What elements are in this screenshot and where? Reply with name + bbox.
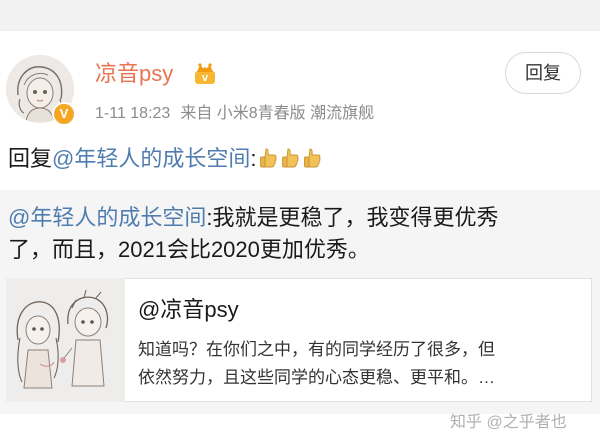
thumbs-up-emoji <box>303 146 322 168</box>
card-desc-line-2: 依然努力，且这些同学的心态更稳、更平和。… <box>138 368 495 387</box>
crown-vip-icon: V <box>193 62 217 86</box>
reply-button[interactable]: 回复 <box>505 52 581 94</box>
post-meta: 1-11 18:23 来自 小米8青春版 潮流旗舰 <box>95 102 374 126</box>
top-strip <box>0 0 600 30</box>
quoted-post-text: @年轻人的成长空间:我就是更稳了，我变得更优秀 了，而且，2021会比2020更… <box>8 202 598 266</box>
thumbs-up-emoji <box>281 146 300 168</box>
username[interactable]: 凉音psy <box>95 60 173 88</box>
verified-v-icon: V <box>52 102 76 126</box>
card-thumbnail <box>6 278 125 402</box>
card-desc-line-1: 知道吗？在你们之中，有的同学经历了很多，但 <box>138 340 495 359</box>
quoted-line-1: :我就是更稳了，我变得更优秀 <box>206 205 499 230</box>
card-description: 知道吗？在你们之中，有的同学经历了很多，但 依然努力，且这些同学的心态更稳、更平… <box>138 336 584 392</box>
reply-prefix: 回复 <box>8 146 53 171</box>
reply-text: 回复@年轻人的成长空间: <box>8 143 322 175</box>
divider <box>0 30 600 31</box>
sketch-drawing-image <box>6 278 125 402</box>
watermark: 知乎 @之乎者也 <box>450 414 567 431</box>
mention-link[interactable]: @年轻人的成长空间 <box>52 146 250 171</box>
thumbs-up-emoji <box>259 146 278 168</box>
card-title[interactable]: @凉音psy <box>138 296 239 324</box>
quoted-line-2: 了，而且，2021会比2020更加优秀。 <box>8 237 370 262</box>
quoted-mention-link[interactable]: @年轻人的成长空间 <box>8 205 206 230</box>
post-source: 来自 小米8青春版 潮流旗舰 <box>180 105 375 122</box>
svg-text:V: V <box>202 74 209 83</box>
post-time: 1-11 18:23 <box>95 105 171 122</box>
reply-colon: : <box>250 146 257 171</box>
